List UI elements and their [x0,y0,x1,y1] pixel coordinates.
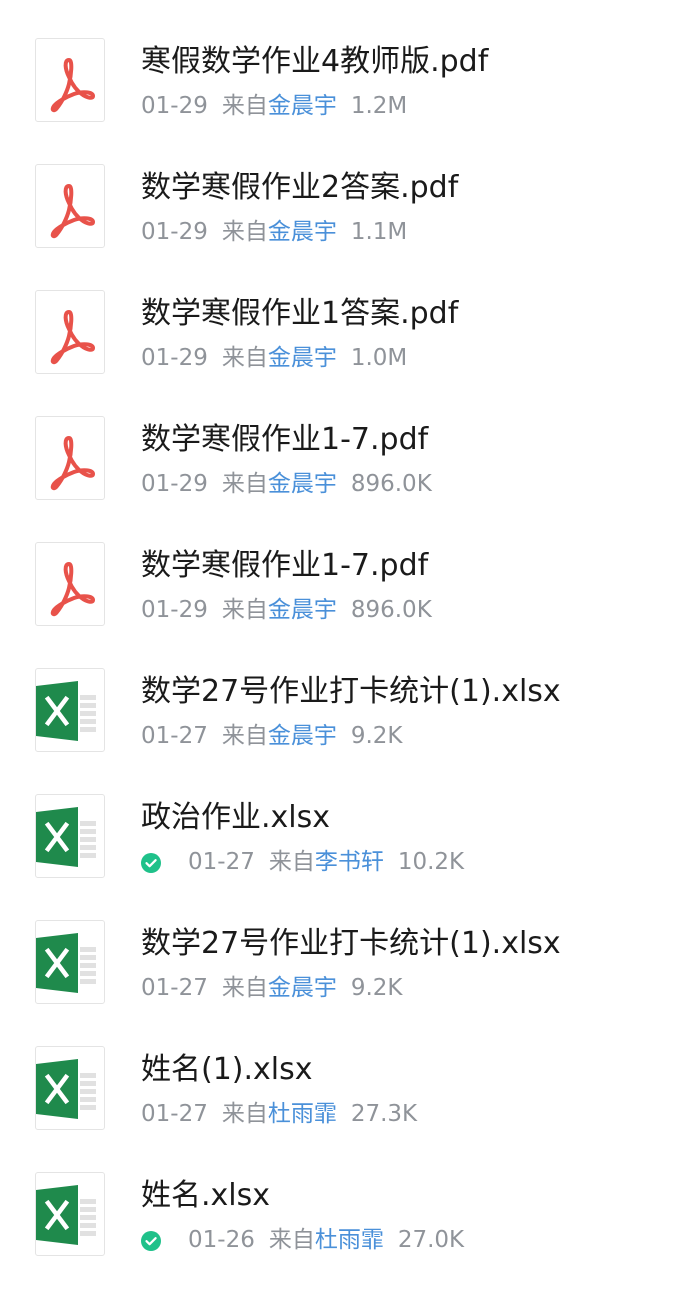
pdf-icon [50,310,95,365]
from-label: 来自 [221,1101,268,1127]
file-size: 1.2M [350,93,408,119]
file-row[interactable]: 数学寒假作业1-7.pdf 01-29 来自金晨宇 896.0K [0,378,700,504]
from-label: 来自 [221,219,268,245]
file-meta: 01-29 来自金晨宇 1.1M [141,216,407,248]
synced-check-icon [141,1231,161,1251]
file-row[interactable]: 寒假数学作业4教师版.pdf 01-29 来自金晨宇 1.2M [0,0,700,126]
sender-link[interactable]: 金晨宇 [268,93,337,119]
file-meta: 01-26 来自杜雨霏 27.0K [188,1224,464,1256]
file-date: 01-29 [141,597,208,623]
file-name: 数学寒假作业1-7.pdf [141,548,429,583]
file-meta: 01-27 来自李书轩 10.2K [188,846,464,878]
file-date: 01-27 [141,1101,208,1127]
file-type-icon [35,668,105,752]
file-row[interactable]: 数学寒假作业1答案.pdf 01-29 来自金晨宇 1.0M [0,252,700,378]
file-type-icon [35,542,105,626]
file-date: 01-29 [141,93,208,119]
file-type-icon [35,290,105,374]
file-date: 01-27 [141,723,208,749]
file-name: 数学寒假作业1答案.pdf [141,296,459,331]
file-list: 寒假数学作业4教师版.pdf 01-29 来自金晨宇 1.2M 数学寒假作业2答案.… [0,0,700,1293]
file-meta: 01-29 来自金晨宇 896.0K [141,468,432,500]
file-type-icon [35,920,105,1004]
excel-icon [36,1059,96,1119]
file-meta: 01-29 来自金晨宇 896.0K [141,594,432,626]
file-name: 政治作业.xlsx [141,800,331,835]
file-type-icon [35,38,105,122]
file-type-icon [35,164,105,248]
file-date: 01-27 [141,975,208,1001]
excel-icon [36,681,96,741]
sender-link[interactable]: 金晨宇 [268,975,337,1001]
file-row[interactable]: 姓名(1).xlsx 01-27 来自杜雨霏 27.3K [0,1008,700,1134]
pdf-icon [50,58,95,113]
synced-check-icon [141,853,161,873]
file-type-icon [35,416,105,500]
sender-link[interactable]: 金晨宇 [268,597,337,623]
file-size: 9.2K [350,975,403,1001]
from-label: 来自 [221,723,268,749]
file-row[interactable]: 姓名.xlsx 01-26 来自杜雨霏 27.0K [0,1134,700,1260]
file-meta: 01-27 来自金晨宇 9.2K [141,720,403,752]
file-row[interactable]: 数学寒假作业1-7.pdf 01-29 来自金晨宇 896.0K [0,504,700,630]
from-label: 来自 [221,93,268,119]
pdf-icon [50,436,95,491]
file-name: 姓名(1).xlsx [141,1052,313,1087]
from-label: 来自 [221,345,268,371]
file-size: 896.0K [350,471,432,497]
excel-icon [36,1185,96,1245]
file-size: 27.0K [397,1227,465,1253]
file-meta: 01-29 来自金晨宇 1.0M [141,342,407,374]
from-label: 来自 [221,597,268,623]
file-type-icon [35,794,105,878]
file-name: 姓名.xlsx [141,1178,271,1213]
pdf-icon [50,562,95,617]
file-row[interactable]: 数学27号作业打卡统计(1).xlsx 01-27 来自金晨宇 9.2K [0,630,700,756]
file-size: 1.1M [350,219,408,245]
file-meta: 01-27 来自杜雨霏 27.3K [141,1098,417,1130]
from-label: 来自 [268,849,315,875]
file-date: 01-29 [141,219,208,245]
sender-link[interactable]: 李书轩 [315,849,384,875]
sender-link[interactable]: 金晨宇 [268,471,337,497]
sender-link[interactable]: 金晨宇 [268,345,337,371]
file-type-icon [35,1172,105,1256]
from-label: 来自 [268,1227,315,1253]
sender-link[interactable]: 金晨宇 [268,723,337,749]
pdf-icon [50,184,95,239]
file-meta: 01-27 来自金晨宇 9.2K [141,972,403,1004]
file-row[interactable]: 政治作业.xlsx 01-27 来自李书轩 10.2K [0,756,700,882]
excel-icon [36,807,96,867]
file-size: 27.3K [350,1101,418,1127]
file-name: 数学寒假作业2答案.pdf [141,170,459,205]
file-date: 01-26 [188,1227,255,1253]
file-meta: 01-29 来自金晨宇 1.2M [141,90,407,122]
file-date: 01-29 [141,471,208,497]
file-row[interactable]: 数学寒假作业2答案.pdf 01-29 来自金晨宇 1.1M [0,126,700,252]
from-label: 来自 [221,471,268,497]
file-type-icon [35,1046,105,1130]
file-name: 寒假数学作业4教师版.pdf [141,44,489,79]
file-size: 9.2K [350,723,403,749]
file-date: 01-27 [188,849,255,875]
file-name: 数学寒假作业1-7.pdf [141,422,429,457]
file-size: 896.0K [350,597,432,623]
file-name: 数学27号作业打卡统计(1).xlsx [141,674,561,709]
file-size: 1.0M [350,345,408,371]
file-row[interactable]: 数学27号作业打卡统计(1).xlsx 01-27 来自金晨宇 9.2K [0,882,700,1008]
sender-link[interactable]: 金晨宇 [268,219,337,245]
sender-link[interactable]: 杜雨霏 [315,1227,384,1253]
file-size: 10.2K [397,849,465,875]
file-date: 01-29 [141,345,208,371]
from-label: 来自 [221,975,268,1001]
excel-icon [36,933,96,993]
file-name: 数学27号作业打卡统计(1).xlsx [141,926,561,961]
sender-link[interactable]: 杜雨霏 [268,1101,337,1127]
